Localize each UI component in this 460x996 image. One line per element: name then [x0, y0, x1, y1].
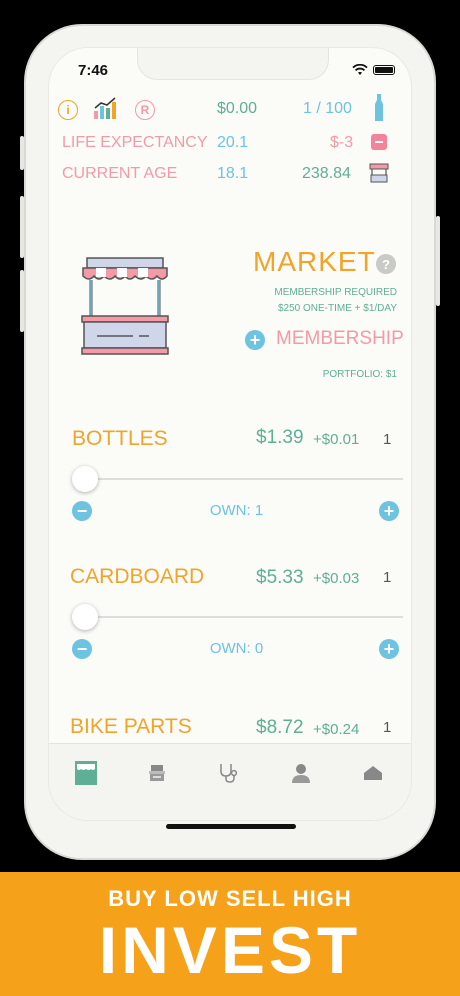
asset-price: $8.72 — [256, 717, 304, 738]
bottle-icon[interactable] — [373, 94, 385, 122]
banner-title: INVEST — [98, 913, 362, 987]
wifi-icon — [352, 64, 368, 75]
asset-price: $1.39 — [256, 427, 304, 448]
decrease-button[interactable]: − — [72, 501, 92, 521]
membership-required-text: MEMBERSHIP REQUIRED — [274, 287, 397, 298]
small-stall-icon[interactable] — [369, 162, 389, 184]
portfolio-value: PORTFOLIO: $1 — [322, 369, 397, 380]
tab-shop[interactable] — [144, 760, 170, 786]
person-icon — [292, 764, 310, 783]
capacity-value: 1 / 100 — [303, 100, 352, 117]
shop-tab-icon — [149, 765, 165, 781]
money-value: $0.00 — [217, 100, 258, 117]
tab-profile[interactable] — [288, 760, 314, 786]
life-expectancy-delta: $-3 — [330, 134, 354, 151]
slider-thumb[interactable] — [72, 466, 98, 492]
banner-subtitle: BUY LOW SELL HIGH — [108, 886, 352, 911]
increase-button[interactable]: + — [379, 501, 399, 521]
tab-health[interactable] — [215, 760, 241, 786]
info-icon[interactable]: i — [58, 100, 78, 120]
tab-home[interactable] — [360, 760, 386, 786]
add-membership-button[interactable]: + — [245, 330, 265, 350]
market-title: MARKET — [253, 246, 376, 277]
power-button — [436, 216, 440, 306]
market-stall-icon — [81, 257, 169, 355]
battery-icon — [373, 65, 395, 75]
slider-track[interactable] — [73, 478, 403, 480]
asset-name: CARDBOARD — [70, 565, 205, 588]
own-count: OWN: 0 — [209, 640, 264, 657]
asset-name: BOTTLES — [72, 427, 168, 450]
tab-market[interactable] — [73, 760, 99, 786]
status-time: 7:46 — [78, 62, 109, 79]
asset-delta: +$0.03 — [313, 570, 360, 587]
slider-track[interactable] — [73, 616, 403, 618]
promo-banner: BUY LOW SELL HIGH INVEST — [0, 872, 460, 996]
status-icons — [352, 64, 395, 76]
volume-up-button — [20, 196, 24, 258]
asset-delta: +$0.01 — [313, 431, 360, 448]
decrease-button[interactable]: − — [72, 639, 92, 659]
membership-button[interactable]: MEMBERSHIP — [276, 328, 404, 350]
app-screen: 7:46 i R $0.00 1 / 100 LIFE EXPECTANCY 2… — [48, 47, 412, 821]
tab-bar — [49, 743, 411, 820]
market-tab-icon — [75, 761, 97, 785]
asset-quantity: 1 — [383, 719, 392, 736]
registered-icon[interactable]: R — [135, 100, 155, 120]
own-count: OWN: 1 — [209, 502, 264, 519]
help-button[interactable]: ? — [376, 254, 396, 274]
membership-price-text: $250 ONE-TIME + $1/DAY — [277, 303, 397, 314]
house-icon — [364, 766, 382, 780]
asset-name: BIKE PARTS — [70, 715, 192, 738]
volume-down-button — [20, 270, 24, 332]
life-expectancy-label: LIFE EXPECTANCY — [62, 134, 208, 151]
asset-price: $5.33 — [256, 567, 304, 588]
current-age-extra: 238.84 — [302, 165, 351, 182]
stats-chart-icon[interactable] — [93, 96, 119, 120]
asset-quantity: 1 — [383, 431, 392, 448]
home-indicator — [166, 824, 296, 829]
mute-switch — [20, 136, 24, 170]
asset-delta: +$0.24 — [313, 721, 360, 738]
asset-quantity: 1 — [383, 569, 392, 586]
current-age-label: CURRENT AGE — [62, 165, 178, 182]
minus-icon[interactable] — [371, 134, 387, 150]
current-age-value: 18.1 — [217, 165, 249, 182]
life-expectancy-value: 20.1 — [217, 134, 249, 151]
slider-thumb[interactable] — [72, 604, 98, 630]
increase-button[interactable]: + — [379, 639, 399, 659]
stethoscope-icon — [220, 764, 238, 783]
notch — [137, 48, 329, 80]
